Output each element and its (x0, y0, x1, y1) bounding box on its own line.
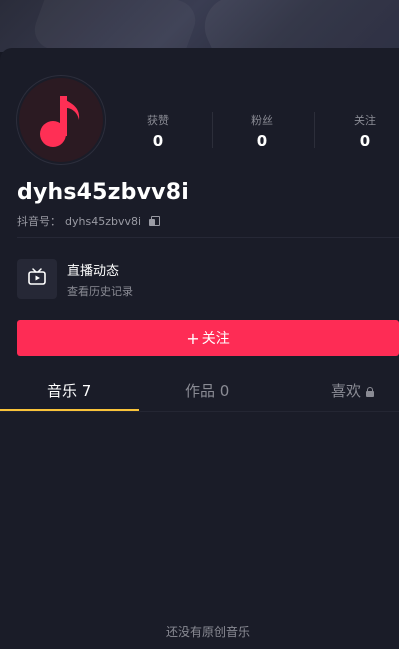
tab-likes-label: 喜欢 (331, 382, 362, 400)
username: dyhs45zbvv8i (17, 180, 189, 205)
follow-button-label: 关注 (201, 331, 230, 347)
decorative-shape (29, 0, 201, 52)
stat-likes[interactable]: 获赞 0 (108, 112, 208, 150)
tab-music[interactable]: 音乐 7 (47, 378, 91, 412)
stat-label: 粉丝 (251, 114, 273, 127)
stat-value: 0 (152, 132, 164, 150)
stat-value: 0 (359, 132, 371, 150)
tab-likes[interactable]: 喜欢 (331, 378, 375, 412)
douyin-id-label: 抖音号： (17, 215, 61, 228)
empty-state-text: 还没有原创音乐 (165, 625, 250, 639)
live-title: 直播动态 (67, 263, 120, 279)
tab-bar: 音乐 7 作品 0 喜欢 (0, 378, 399, 412)
douyin-id-row: 抖音号： dyhs45zbvv8i (17, 213, 161, 229)
tv-play-icon (27, 268, 47, 290)
stat-following[interactable]: 关注 0 (315, 112, 399, 150)
copy-icon[interactable] (149, 215, 161, 227)
tab-divider (0, 411, 399, 412)
decorative-shape (194, 0, 399, 52)
live-subtitle: 查看历史记录 (67, 284, 133, 298)
live-icon-box (17, 259, 57, 299)
stat-fans[interactable]: 粉丝 0 (212, 112, 312, 150)
live-text: 直播动态 查看历史记录 (67, 260, 133, 299)
divider (17, 237, 399, 238)
music-note-icon (33, 88, 89, 152)
follow-button[interactable]: + 关注 (17, 320, 399, 356)
lock-icon (366, 387, 375, 397)
stat-value: 0 (256, 132, 268, 150)
douyin-id-value: dyhs45zbvv8i (65, 214, 142, 228)
stats-bar: 获赞 0 粉丝 0 关注 0 (108, 112, 399, 152)
avatar[interactable] (17, 76, 105, 164)
plus-icon: + (186, 328, 200, 348)
header-background (0, 0, 399, 52)
tab-works[interactable]: 作品 0 (185, 378, 229, 412)
profile-card: 获赞 0 粉丝 0 关注 0 dyhs45zbvv8i 抖音号： dyhs45z… (0, 48, 399, 649)
stat-label: 获赞 (147, 114, 169, 127)
stat-label: 关注 (354, 114, 376, 127)
live-history-row[interactable]: 直播动态 查看历史记录 (17, 257, 377, 301)
